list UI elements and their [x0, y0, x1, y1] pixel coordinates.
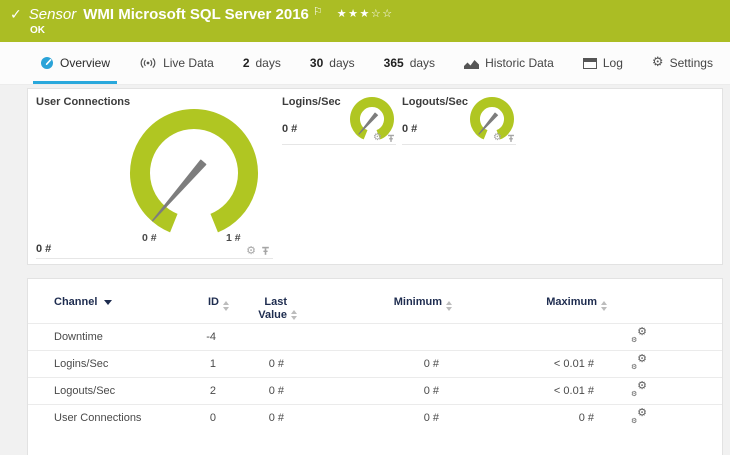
tab-label: days: [329, 56, 355, 70]
gear-icon: ⚙: [651, 55, 664, 70]
user-connections-gauge: [130, 109, 258, 233]
tab-settings[interactable]: ⚙ Settings: [645, 42, 720, 84]
sort-caret-down-icon: [104, 300, 113, 305]
channel-id: 1: [188, 349, 218, 377]
channel-table-header-row: Channel ID Last Value Minimum Maximum: [28, 279, 722, 323]
live-icon: [140, 57, 156, 69]
channel-last-value: 0 #: [218, 349, 286, 377]
channel-minimum: 0 #: [286, 376, 441, 404]
column-header-minimum[interactable]: Minimum: [286, 279, 452, 323]
tab-label: Log: [602, 56, 623, 70]
tab-label: Settings: [669, 56, 713, 70]
primary-gauge-block: User Connections 0 # 1 # 0 # ⚙: [36, 96, 273, 259]
table-row-logins-sec[interactable]: Logins/Sec 1 0 # 0 # < 0.01 # ⚙ ⚙: [28, 349, 722, 377]
sensor-header: ✓ Sensor WMI Microsoft SQL Server 2016 ⚐…: [0, 0, 730, 42]
tab-bar: Overview Live Data 2 days 30 days 365 da…: [0, 42, 730, 85]
channel-minimum: [286, 322, 441, 350]
table-row-user-connections[interactable]: User Connections 0 0 # 0 # 0 # ⚙ ⚙: [28, 403, 722, 431]
channel-name: Logouts/Sec: [28, 376, 188, 404]
edit-channel-gears-icon[interactable]: ⚙ ⚙: [631, 379, 647, 398]
edit-channel-gears-icon[interactable]: ⚙ ⚙: [631, 406, 647, 425]
gauge-scale-min: 0 #: [142, 232, 157, 244]
status-badge: OK: [30, 25, 45, 36]
table-row-logouts-sec[interactable]: Logouts/Sec 2 0 # 0 # < 0.01 # ⚙ ⚙: [28, 376, 722, 404]
tab-label: Overview: [60, 56, 111, 70]
primary-gauge-value: 0 #: [36, 243, 52, 255]
column-header-channel[interactable]: Channel: [28, 279, 188, 323]
edit-channel-gears-icon[interactable]: ⚙ ⚙: [631, 325, 647, 344]
sensor-header-line: ✓ Sensor WMI Microsoft SQL Server 2016 ⚐…: [0, 0, 730, 24]
pin-icon[interactable]: [387, 134, 395, 143]
tab-30-days[interactable]: 30 days: [303, 42, 362, 84]
channel-minimum: 0 #: [286, 403, 441, 431]
channel-maximum: < 0.01 #: [441, 349, 596, 377]
log-icon: [582, 57, 597, 69]
sensor-title: WMI Microsoft SQL Server 2016: [83, 6, 309, 23]
channel-table: Channel ID Last Value Minimum Maximum Do…: [28, 279, 722, 431]
tab-365-days[interactable]: 365 days: [377, 42, 442, 84]
tab-log[interactable]: Log: [576, 42, 630, 84]
tab-label: days: [409, 56, 436, 70]
tab-label: Live Data: [163, 56, 214, 70]
channel-maximum: [441, 322, 596, 350]
flag-icon[interactable]: ⚐: [313, 6, 323, 18]
channel-name: Logins/Sec: [28, 349, 188, 377]
priority-stars[interactable]: ★★★☆☆: [337, 6, 394, 22]
gauge-settings-gear-icon[interactable]: ⚙: [373, 133, 382, 143]
logins-gauge-block: Logins/Sec 0 # ⚙: [282, 96, 396, 145]
tab-2-days[interactable]: 2 days: [236, 42, 288, 84]
column-header-actions: [596, 279, 722, 323]
gauge-settings-gear-icon[interactable]: ⚙: [246, 245, 256, 256]
channel-last-value: 0 #: [218, 403, 286, 431]
pin-icon[interactable]: [507, 134, 515, 143]
sort-updown-icon: [601, 301, 607, 311]
tab-historic-data[interactable]: Historic Data: [457, 42, 561, 84]
gauge-icon: [41, 57, 53, 69]
status-check-icon: ✓: [10, 7, 22, 23]
channel-name: Downtime: [28, 322, 188, 350]
logouts-gauge-block: Logouts/Sec 0 # ⚙: [402, 96, 516, 145]
area-chart-icon: [464, 59, 480, 69]
sort-updown-icon: [291, 310, 297, 320]
tab-label: days: [255, 56, 281, 70]
channel-last-value: [218, 322, 286, 350]
channel-table-panel: Channel ID Last Value Minimum Maximum Do…: [27, 278, 723, 455]
tab-label: Historic Data: [485, 56, 554, 70]
pin-icon[interactable]: [261, 246, 270, 256]
gauge-settings-gear-icon[interactable]: ⚙: [493, 133, 502, 143]
gauges-panel: User Connections 0 # 1 # 0 # ⚙ Logins/Se…: [27, 88, 723, 265]
tab-overview[interactable]: Overview: [33, 42, 117, 84]
channel-name: User Connections: [28, 403, 188, 431]
channel-maximum: 0 #: [441, 403, 596, 431]
mini-gauge-value: 0 #: [402, 123, 418, 135]
channel-id: 0: [188, 403, 218, 431]
tab-live-data[interactable]: Live Data: [132, 42, 221, 84]
channel-last-value: 0 #: [218, 376, 286, 404]
column-header-id[interactable]: ID: [188, 279, 229, 323]
table-row-downtime[interactable]: Downtime -4 ⚙ ⚙: [28, 322, 722, 350]
sort-updown-icon: [446, 301, 452, 311]
channel-maximum: < 0.01 #: [441, 376, 596, 404]
mini-gauge-value: 0 #: [282, 123, 298, 135]
column-header-maximum[interactable]: Maximum: [441, 279, 607, 323]
sort-updown-icon: [223, 301, 229, 311]
channel-id: -4: [188, 322, 218, 350]
sensor-kind-label: Sensor: [28, 6, 77, 23]
channel-id: 2: [188, 376, 218, 404]
channel-minimum: 0 #: [286, 349, 441, 377]
edit-channel-gears-icon[interactable]: ⚙ ⚙: [631, 352, 647, 371]
gauge-scale-max: 1 #: [226, 232, 241, 244]
